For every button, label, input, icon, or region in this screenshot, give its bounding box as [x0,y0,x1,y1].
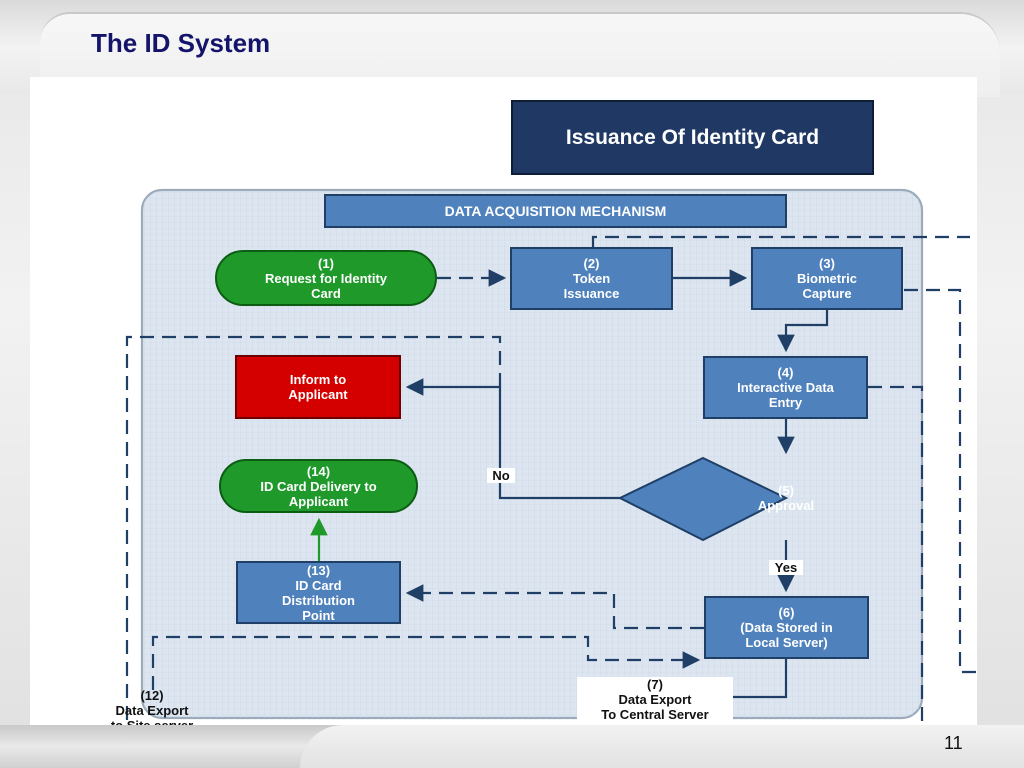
node-data-stored-local: (6) (Data Stored in Local Server) [704,596,869,659]
footer-tab-decoration [300,725,1024,768]
node-id-card-distribution: (13) ID Card Distribution Point [236,561,401,624]
node-biometric-capture: (3) Biometric Capture [751,247,903,310]
page-number: 11 [944,733,963,753]
edge-label-no: No [487,468,515,483]
node-data-export-central: (7) Data Export To Central Server [577,677,733,722]
diagram-heading: Issuance Of Identity Card [511,100,874,175]
node-data-export-site: (12) Data Export to Site server [111,688,193,725]
section-header: DATA ACQUISITION MECHANISM [324,194,787,228]
node-approval: (5) Approval [757,483,815,513]
slide-title: The ID System [91,28,271,58]
node-id-card-delivery: (14) ID Card Delivery to Applicant [219,459,418,513]
node-interactive-data-entry: (4) Interactive Data Entry [703,356,868,419]
diagram-canvas: Issuance Of Identity Card DATA ACQUISITI… [30,77,977,725]
edge-label-yes: Yes [769,560,803,575]
node-inform-applicant: Inform to Applicant [235,355,401,419]
node-request-identity-card: (1) Request for Identity Card [215,250,437,306]
slide-footer [0,725,1024,768]
node-token-issuance: (2) Token Issuance [510,247,673,310]
